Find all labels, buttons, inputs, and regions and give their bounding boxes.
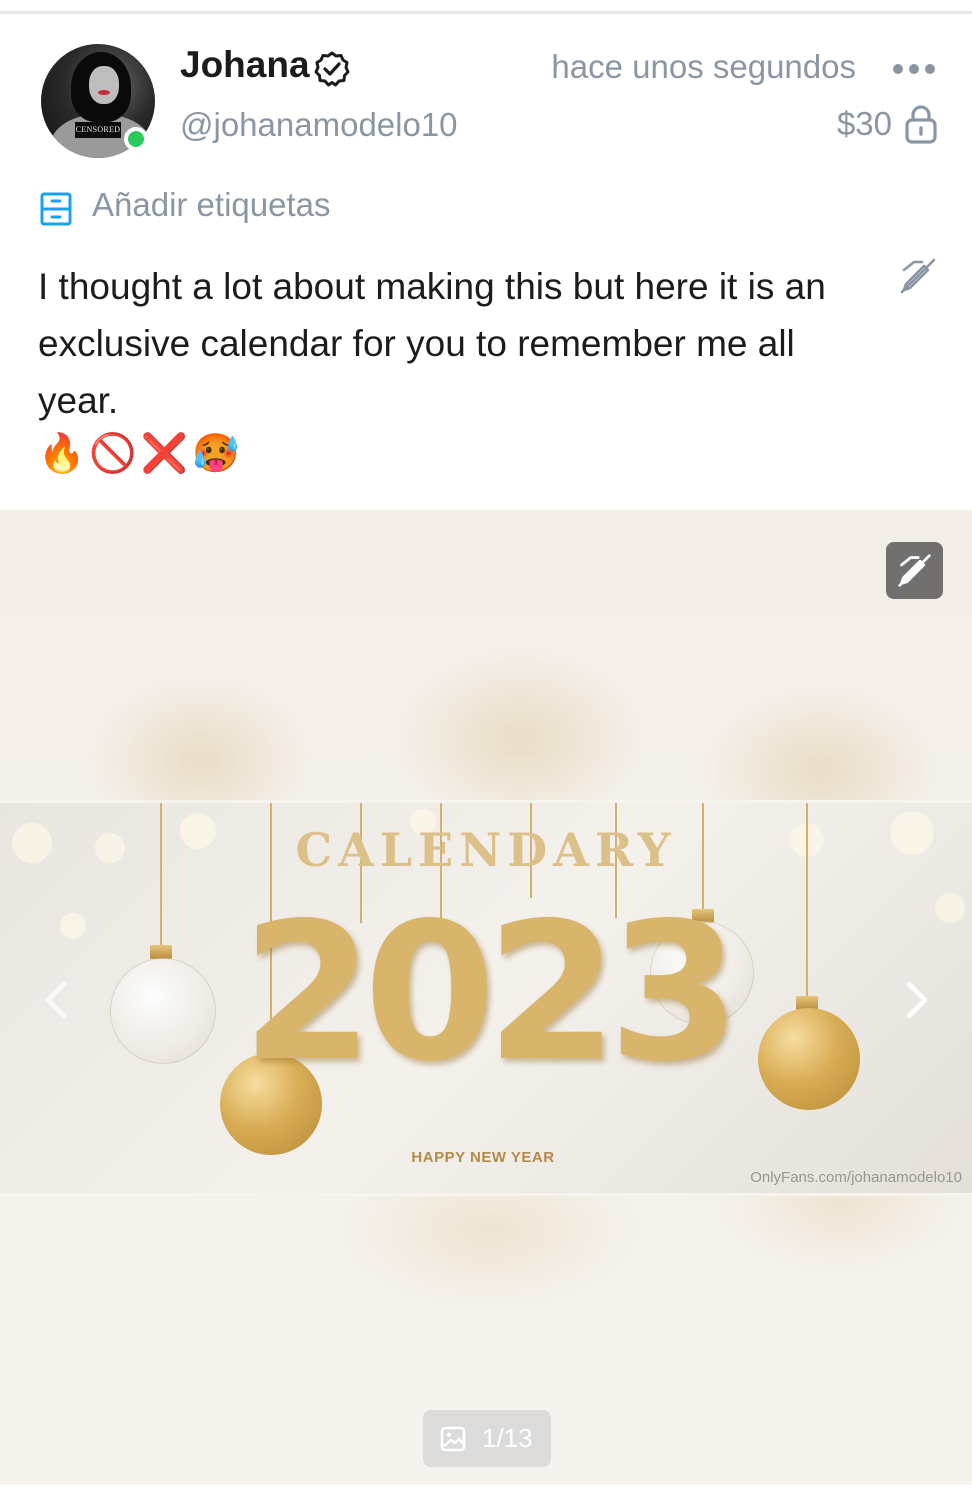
edit-off-icon bbox=[898, 554, 931, 587]
verified-badge-icon bbox=[314, 51, 350, 87]
watermark: OnlyFans.com/johanamodelo10 bbox=[750, 1169, 962, 1186]
avatar-lips bbox=[98, 90, 110, 95]
post-timestamp[interactable]: hace unos segundos bbox=[551, 48, 856, 86]
more-dots-icon[interactable] bbox=[892, 57, 936, 81]
lock-icon bbox=[905, 105, 937, 144]
image-icon bbox=[440, 1426, 466, 1452]
media-edit-off-button[interactable] bbox=[886, 542, 943, 599]
calendar-title: CALENDARY bbox=[295, 823, 677, 877]
chevron-right-icon[interactable] bbox=[899, 978, 935, 1022]
avatar-censored-label: CENSORED bbox=[75, 122, 121, 138]
add-tags-link[interactable]: Añadir etiquetas bbox=[92, 186, 331, 224]
edit-off-icon[interactable] bbox=[898, 256, 938, 296]
calendar-year: 2023 bbox=[241, 882, 741, 1103]
chevron-left-icon[interactable] bbox=[38, 978, 74, 1022]
post-emojis: 🔥🚫❌🥵 bbox=[38, 431, 244, 475]
top-divider bbox=[0, 11, 972, 14]
avatar-face bbox=[89, 66, 119, 104]
post-caption: I thought a lot about making this but he… bbox=[38, 266, 826, 421]
author-handle[interactable]: @johanamodelo10 bbox=[180, 106, 458, 144]
media-counter-text: 1/13 bbox=[482, 1423, 533, 1453]
post-price: $30 bbox=[836, 105, 892, 142]
media-image: CALENDARY 2023 HAPPY NEW YEAR OnlyFans.c… bbox=[0, 800, 972, 1196]
happy-new-year-text: HAPPY NEW YEAR bbox=[411, 1149, 555, 1166]
tag-list-icon[interactable] bbox=[40, 192, 72, 226]
online-indicator bbox=[124, 127, 148, 151]
media-counter: 1/13 bbox=[423, 1410, 551, 1467]
post-media[interactable]: CALENDARY 2023 HAPPY NEW YEAR OnlyFans.c… bbox=[0, 510, 972, 1485]
author-name[interactable]: Johana bbox=[180, 44, 310, 86]
